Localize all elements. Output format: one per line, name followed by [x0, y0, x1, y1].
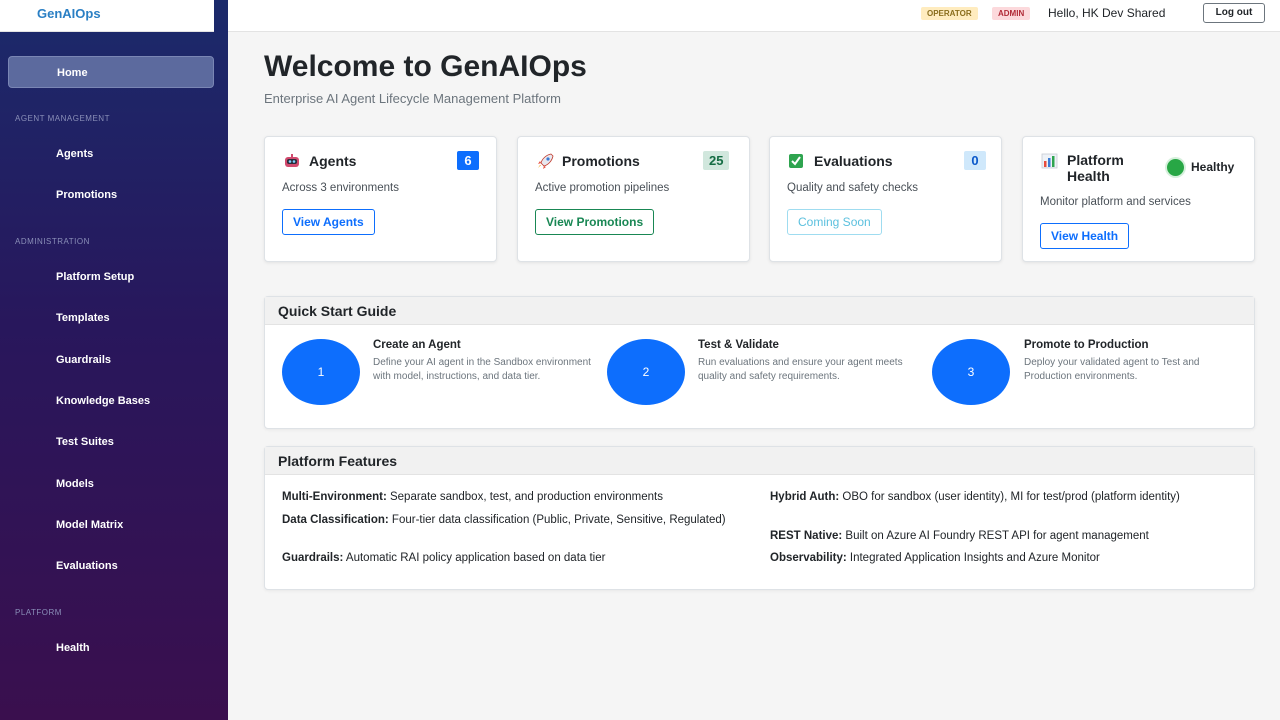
promotions-count-badge: 25 — [703, 151, 730, 170]
healthy-status-dot — [1167, 159, 1184, 176]
card-description: Across 3 environments — [282, 182, 399, 194]
sidebar-item-label: Knowledge Bases — [56, 395, 151, 407]
feature-item: Observability: Integrated Application In… — [770, 550, 1210, 566]
feature-label: Guardrails: — [282, 552, 344, 564]
page-title: Welcome to GenAIOps — [264, 50, 587, 83]
section-title: Quick Start Guide — [278, 303, 397, 319]
view-agents-button[interactable]: View Agents — [282, 209, 375, 235]
card-title: Platform Health — [1067, 152, 1124, 184]
view-promotions-button[interactable]: View Promotions — [535, 209, 655, 235]
quick-start-header: Quick Start Guide — [265, 297, 1254, 325]
feature-label: Observability: — [770, 552, 847, 564]
sidebar-item-label: Models — [56, 478, 94, 490]
sidebar-item-evaluations[interactable]: Evaluations — [8, 550, 214, 582]
platform-health-card: Platform Health Healthy Monitor platform… — [1022, 136, 1255, 262]
agents-count-badge: 6 — [457, 151, 479, 170]
card-description: Active promotion pipelines — [535, 182, 670, 194]
logout-button[interactable]: Log out — [1203, 3, 1265, 23]
card-title: Evaluations — [814, 153, 893, 169]
sidebar-item-label: Platform Setup — [56, 271, 135, 283]
sidebar-section-administration: ADMINISTRATION — [15, 237, 90, 246]
feature-item: Multi-Environment: Separate sandbox, tes… — [282, 489, 742, 505]
feature-text: OBO for sandbox (user identity), MI for … — [839, 491, 1180, 503]
sidebar-item-label: Model Matrix — [56, 519, 124, 531]
step-title: Test & Validate — [698, 339, 779, 351]
feature-label: Data Classification: — [282, 514, 389, 526]
sidebar-item-label: Templates — [56, 312, 110, 324]
robot-icon — [283, 153, 301, 169]
feature-text: Separate sandbox, test, and production e… — [386, 491, 663, 503]
operator-role-badge: OPERATOR — [921, 7, 978, 20]
feature-text: Four-tier data classification (Public, P… — [388, 514, 726, 526]
sidebar-item-agents[interactable]: Agents — [8, 138, 214, 170]
sidebar-item-label: Promotions — [56, 189, 118, 201]
feature-item: Hybrid Auth: OBO for sandbox (user ident… — [770, 489, 1210, 505]
sidebar-item-label: Agents — [56, 148, 94, 160]
sidebar-item-models[interactable]: Models — [8, 468, 214, 500]
rocket-icon — [536, 153, 554, 169]
card-title: Agents — [309, 153, 357, 169]
sidebar-item-label: Test Suites — [56, 436, 114, 448]
sidebar-item-label: Home — [57, 67, 88, 79]
brand-logo-text[interactable]: GenAIOps — [37, 6, 101, 21]
evaluations-count-badge: 0 — [964, 151, 986, 170]
check-icon — [788, 153, 806, 169]
view-health-button[interactable]: View Health — [1040, 223, 1130, 249]
feature-text: Automatic RAI policy application based o… — [343, 552, 606, 564]
step-description: Run evaluations and ensure your agent me… — [698, 357, 903, 382]
sidebar: GenAIOps Home AGENT MANAGEMENT Agents Pr… — [0, 0, 228, 720]
sidebar-item-label: Evaluations — [56, 560, 118, 572]
card-description: Monitor platform and services — [1040, 196, 1191, 208]
feature-label: Multi-Environment: — [282, 491, 387, 503]
sidebar-section-agent-management: AGENT MANAGEMENT — [15, 114, 110, 123]
evaluations-card: Evaluations 0 Quality and safety checks … — [769, 136, 1002, 262]
feature-label: REST Native: — [770, 530, 843, 542]
sidebar-item-label: Health — [56, 642, 90, 654]
sidebar-item-test-suites[interactable]: Test Suites — [8, 426, 214, 458]
sidebar-item-platform-setup[interactable]: Platform Setup — [8, 261, 214, 293]
sidebar-item-model-matrix[interactable]: Model Matrix — [8, 509, 214, 541]
step-number-circle: 1 — [282, 339, 360, 405]
step-number-circle: 3 — [932, 339, 1010, 405]
section-title: Platform Features — [278, 453, 398, 469]
step-description: Deploy your validated agent to Test and … — [1024, 357, 1200, 382]
card-title-line-2: Health — [1067, 168, 1110, 184]
feature-text: Built on Azure AI Foundry REST API for a… — [842, 530, 1149, 542]
quick-start-panel: Quick Start Guide 1 Create an Agent Defi… — [264, 296, 1255, 429]
admin-role-badge: ADMIN — [992, 7, 1031, 20]
health-status-text: Healthy — [1191, 160, 1235, 174]
feature-item: Guardrails: Automatic RAI policy applica… — [282, 550, 742, 566]
card-title-line-1: Platform — [1067, 152, 1124, 168]
feature-label: Hybrid Auth: — [770, 491, 840, 503]
feature-text: Integrated Application Insights and Azur… — [846, 552, 1100, 564]
page-subtitle: Enterprise AI Agent Lifecycle Management… — [264, 91, 561, 106]
step-title: Promote to Production — [1024, 339, 1149, 351]
user-greeting: Hello, HK Dev Shared — [1048, 6, 1166, 20]
sidebar-section-platform: PLATFORM — [15, 608, 62, 617]
card-title: Promotions — [562, 153, 640, 169]
sidebar-item-promotions[interactable]: Promotions — [8, 179, 214, 211]
sidebar-item-guardrails[interactable]: Guardrails — [8, 344, 214, 376]
bar-chart-icon — [1041, 153, 1059, 169]
step-description: Define your AI agent in the Sandbox envi… — [373, 357, 591, 382]
platform-features-header: Platform Features — [265, 447, 1254, 475]
brand-header[interactable]: GenAIOps — [0, 0, 214, 32]
coming-soon-button[interactable]: Coming Soon — [787, 209, 882, 235]
top-bar: OPERATOR ADMIN Hello, HK Dev Shared Log … — [228, 0, 1280, 32]
feature-item: REST Native: Built on Azure AI Foundry R… — [770, 528, 1210, 544]
sidebar-item-home[interactable]: Home — [8, 56, 214, 88]
step-number-circle: 2 — [607, 339, 685, 405]
sidebar-item-templates[interactable]: Templates — [8, 302, 214, 334]
step-title: Create an Agent — [373, 339, 461, 351]
sidebar-item-label: Guardrails — [56, 354, 112, 366]
agents-card: Agents 6 Across 3 environments View Agen… — [264, 136, 497, 262]
card-description: Quality and safety checks — [787, 182, 919, 194]
sidebar-item-knowledge-bases[interactable]: Knowledge Bases — [8, 385, 214, 417]
platform-features-panel: Platform Features Multi-Environment: Sep… — [264, 446, 1255, 590]
promotions-card: Promotions 25 Active promotion pipelines… — [517, 136, 750, 262]
sidebar-item-health[interactable]: Health — [8, 632, 214, 664]
feature-item: Data Classification: Four-tier data clas… — [282, 512, 742, 528]
